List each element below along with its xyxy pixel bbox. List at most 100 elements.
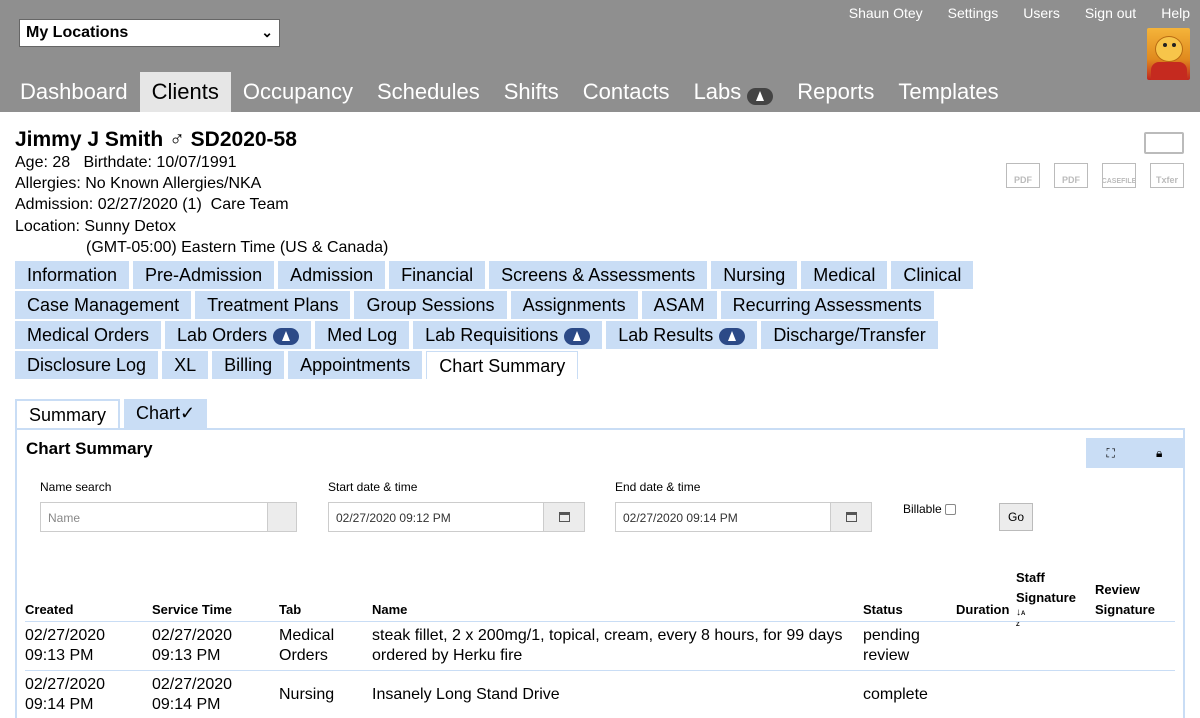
tab-asam[interactable]: ASAM bbox=[641, 291, 717, 319]
nav-item-occupancy[interactable]: Occupancy bbox=[231, 72, 365, 112]
location-select[interactable]: My Locations ⌄ bbox=[19, 19, 280, 47]
printer-icon[interactable] bbox=[1144, 132, 1184, 154]
end-date-input[interactable]: 02/27/2020 09:14 PM bbox=[615, 502, 831, 532]
col-review-signature[interactable]: Review Signature bbox=[1095, 580, 1155, 620]
tab-disclosure-log[interactable]: Disclosure Log bbox=[15, 351, 159, 379]
nav-item-label: Clients bbox=[151, 79, 219, 104]
casefile-icon[interactable]: CASEFILE bbox=[1102, 163, 1136, 188]
tab-label: Group Sessions bbox=[366, 295, 495, 315]
tab-med-log[interactable]: Med Log bbox=[315, 321, 410, 349]
tab-lab-requisitions[interactable]: Lab Requisitions bbox=[413, 321, 603, 349]
care-team-link[interactable]: Care Team bbox=[211, 196, 289, 213]
tab-chart[interactable]: Chart✓ bbox=[124, 399, 208, 428]
pdf-icon[interactable]: PDF bbox=[1006, 163, 1040, 188]
cell-name: steak fillet, 2 x 200mg/1, topical, crea… bbox=[372, 627, 843, 664]
patient-allergies: Allergies: No Known Allergies/NKA bbox=[15, 175, 262, 192]
nav-item-clients[interactable]: Clients bbox=[139, 72, 231, 112]
tab-xl[interactable]: XL bbox=[162, 351, 209, 379]
nav-item-schedules[interactable]: Schedules bbox=[365, 72, 492, 112]
start-date-input[interactable]: 02/27/2020 09:12 PM bbox=[328, 502, 544, 532]
col-tab[interactable]: Tab bbox=[279, 600, 301, 620]
tab-lab-orders[interactable]: Lab Orders bbox=[165, 321, 312, 349]
tab-label: Information bbox=[27, 265, 118, 285]
tab-lab-results[interactable]: Lab Results bbox=[606, 321, 758, 349]
nav-item-reports[interactable]: Reports bbox=[785, 72, 886, 112]
tab-pre-admission[interactable]: Pre-Admission bbox=[133, 261, 275, 289]
tab-billing[interactable]: Billing bbox=[212, 351, 285, 379]
cell-tab: Nursing bbox=[279, 686, 335, 703]
settings-link[interactable]: Settings bbox=[948, 5, 999, 21]
tab-label: Appointments bbox=[300, 355, 411, 375]
tab-assignments[interactable]: Assignments bbox=[510, 291, 638, 319]
nav-item-contacts[interactable]: Contacts bbox=[571, 72, 682, 112]
tab-nursing[interactable]: Nursing bbox=[711, 261, 798, 289]
tab-chart-summary[interactable]: Chart Summary bbox=[426, 351, 579, 379]
panel-title: Chart Summary bbox=[26, 439, 153, 458]
help-link[interactable]: Help bbox=[1161, 5, 1190, 21]
patient-age: Age: 28 bbox=[15, 154, 71, 171]
nav-item-label: Labs bbox=[693, 79, 742, 104]
sign-out-link[interactable]: Sign out bbox=[1085, 5, 1136, 21]
tab-financial[interactable]: Financial bbox=[389, 261, 486, 289]
cell-name: Insanely Long Stand Drive bbox=[372, 686, 560, 703]
col-duration[interactable]: Duration bbox=[956, 600, 1009, 620]
tab-label: Case Management bbox=[27, 295, 180, 315]
tab-summary[interactable]: Summary bbox=[15, 399, 121, 428]
tab-label: Medical Orders bbox=[27, 325, 150, 345]
tab-clinical[interactable]: Clinical bbox=[891, 261, 974, 289]
tab-screens-assessments[interactable]: Screens & Assessments bbox=[489, 261, 708, 289]
patient-name: Jimmy J Smith bbox=[15, 128, 164, 151]
tab-row: Information Pre-Admission Admission Financi… bbox=[15, 261, 1005, 291]
go-button[interactable]: Go bbox=[999, 503, 1033, 531]
start-calendar-button[interactable] bbox=[543, 502, 585, 532]
tab-treatment-plans[interactable]: Treatment Plans bbox=[195, 291, 351, 319]
avatar[interactable] bbox=[1147, 28, 1190, 80]
tab-label: Lab Requisitions bbox=[425, 325, 559, 345]
nav-item-label: Contacts bbox=[582, 79, 670, 104]
tab-medical-orders[interactable]: Medical Orders bbox=[15, 321, 162, 349]
tab-group-sessions[interactable]: Group Sessions bbox=[354, 291, 507, 319]
col-service-time[interactable]: Service Time bbox=[152, 600, 232, 620]
users-link[interactable]: Users bbox=[1023, 5, 1060, 21]
nav-item-labs[interactable]: Labs bbox=[682, 72, 786, 112]
tab-admission[interactable]: Admission bbox=[278, 261, 386, 289]
tab-label: Chart Summary bbox=[439, 356, 566, 376]
multi-pdf-icon[interactable]: PDF bbox=[1054, 163, 1088, 188]
tab-information[interactable]: Information bbox=[15, 261, 130, 289]
cell-status: complete bbox=[863, 686, 928, 703]
tab-recurring-assessments[interactable]: Recurring Assessments bbox=[720, 291, 934, 319]
tab-label: XL bbox=[174, 355, 197, 375]
end-calendar-button[interactable] bbox=[830, 502, 872, 532]
nav-item-templates[interactable]: Templates bbox=[886, 72, 1010, 112]
tab-discharge-transfer[interactable]: Discharge/Transfer bbox=[761, 321, 938, 349]
tab-appointments[interactable]: Appointments bbox=[288, 351, 423, 379]
cell-tab: Medical Orders bbox=[279, 627, 335, 664]
tab-case-management[interactable]: Case Management bbox=[15, 291, 192, 319]
cell-status: pending review bbox=[863, 627, 920, 664]
name-search-button[interactable] bbox=[267, 502, 297, 532]
nav-item-dashboard[interactable]: Dashboard bbox=[8, 72, 140, 112]
nav-item-label: Shifts bbox=[503, 79, 559, 104]
col-status[interactable]: Status bbox=[863, 600, 903, 620]
lock-icon[interactable]: 🔒︎ bbox=[1156, 446, 1162, 461]
col-name[interactable]: Name bbox=[372, 600, 407, 620]
nav-item-label: Schedules bbox=[376, 79, 480, 104]
tab-label: Screens & Assessments bbox=[501, 265, 696, 285]
expand-icon[interactable]: ⛶ bbox=[1107, 446, 1115, 461]
location-select-value: My Locations bbox=[26, 24, 129, 41]
tab-label: Discharge/Transfer bbox=[773, 325, 926, 345]
col-created[interactable]: Created bbox=[25, 600, 73, 620]
tab-medical[interactable]: Medical bbox=[801, 261, 888, 289]
patient-birthdate: Birthdate: 10/07/1991 bbox=[83, 154, 237, 171]
nav-item-shifts[interactable]: Shifts bbox=[492, 72, 571, 112]
billable-checkbox[interactable] bbox=[944, 503, 956, 515]
nav-item-label: Occupancy bbox=[242, 79, 353, 104]
tab-label: Medical bbox=[813, 265, 876, 285]
sort-icon[interactable]: ↓A Z bbox=[1016, 608, 1025, 630]
col-review-signature-line2: Signature bbox=[1095, 602, 1155, 617]
calendar-icon bbox=[558, 512, 570, 522]
transfer-icon[interactable]: Txfer bbox=[1150, 163, 1184, 188]
patient-id: SD2020-58 bbox=[190, 128, 297, 151]
name-search-input[interactable]: Name bbox=[40, 502, 268, 532]
user-name-link[interactable]: Shaun Otey bbox=[849, 5, 923, 21]
